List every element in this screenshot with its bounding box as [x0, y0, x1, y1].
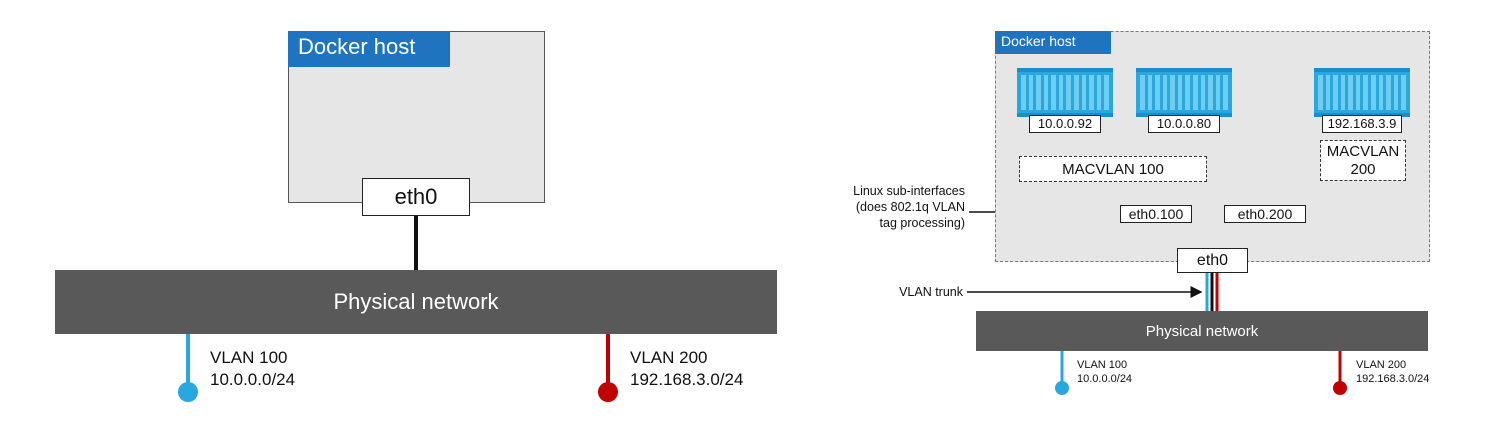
macvlan100-box: MACVLAN 100	[1019, 156, 1207, 182]
subif-eth0-100: eth0.100	[1120, 205, 1192, 223]
vlan200-label-left: VLAN 200 192.168.3.0/24	[630, 347, 743, 391]
vlan200-endpoint-right	[1333, 381, 1347, 395]
vlan100-endpoint-right	[1055, 381, 1069, 395]
subif-annotation-line3: tag processing)	[879, 216, 965, 230]
container-3-ip: 192.168.3.9	[1322, 115, 1402, 133]
vlan200-name-left: VLAN 200	[630, 348, 708, 367]
subif-eth0-200: eth0.200	[1224, 205, 1306, 223]
docker-host-left-label: Docker host	[288, 31, 450, 67]
container-icon	[1017, 68, 1113, 117]
vlan200-label-right: VLAN 200 192.168.3.0/24	[1356, 358, 1429, 386]
vlan100-label-right: VLAN 100 10.0.0.0/24	[1077, 358, 1132, 386]
subif-annotation: Linux sub-interfaces (does 802.1q VLAN t…	[820, 183, 965, 231]
vlan100-subnet-left: 10.0.0.0/24	[210, 370, 296, 390]
macvlan200-box: MACVLAN 200	[1320, 140, 1406, 181]
container-1-ip: 10.0.0.92	[1029, 115, 1101, 133]
subif-annotation-line2: (does 802.1q VLAN	[855, 200, 965, 214]
subif-annotation-line1: Linux sub-interfaces	[853, 184, 965, 198]
vlan200-endpoint	[598, 382, 618, 402]
physical-network-left: Physical network	[55, 270, 777, 334]
container-icon	[1136, 68, 1232, 117]
vlan100-subnet-right: 10.0.0.0/24	[1077, 373, 1133, 385]
vlan200-subnet-left: 192.168.3.0/24	[630, 370, 744, 390]
docker-host-right-label: Docker host	[995, 31, 1111, 54]
eth0-box-right: eth0	[1177, 248, 1248, 273]
vlan200-name-right: VLAN 200	[1356, 359, 1407, 371]
vlan100-name-left: VLAN 100	[210, 348, 288, 367]
container-2-ip: 10.0.0.80	[1148, 115, 1220, 133]
trunk-annotation: VLAN trunk	[899, 285, 963, 299]
container-1: 10.0.0.92	[1017, 68, 1113, 133]
container-3: 192.168.3.9	[1314, 68, 1410, 133]
vlan100-endpoint	[178, 382, 198, 402]
container-2: 10.0.0.80	[1136, 68, 1232, 133]
vlan100-name-right: VLAN 100	[1077, 359, 1128, 371]
macvlan200-label-line2: 200	[1350, 160, 1376, 178]
physical-network-right: Physical network	[976, 311, 1428, 351]
container-icon	[1314, 68, 1410, 117]
vlan200-subnet-right: 192.168.3.0/24	[1356, 373, 1430, 385]
eth0-box-left: eth0	[362, 178, 470, 216]
macvlan200-label-line1: MACVLAN	[1326, 142, 1400, 160]
vlan100-label-left: VLAN 100 10.0.0.0/24	[210, 347, 295, 391]
